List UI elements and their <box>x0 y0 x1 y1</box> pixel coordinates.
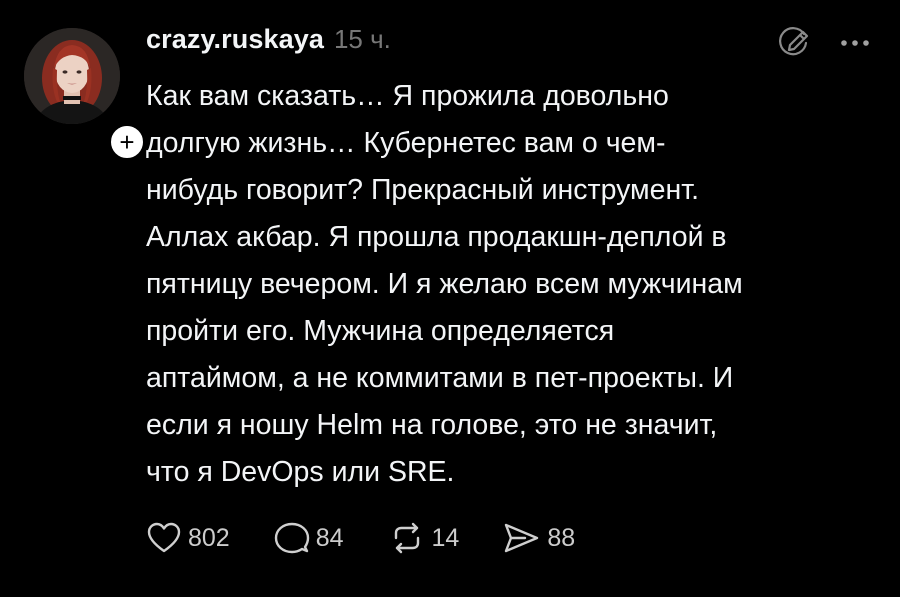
post-text-line: аптаймом, а не коммитами в пет-проекты. … <box>146 362 734 394</box>
avatar[interactable] <box>24 28 120 124</box>
post-header: crazy.ruskaya 15 ч. <box>146 24 391 64</box>
username-link[interactable]: crazy.ruskaya <box>146 24 324 55</box>
avatar-container[interactable]: + <box>24 28 146 161</box>
repost-count: 14 <box>431 523 460 552</box>
post-body-text: Как вам сказать… Я прожила довольно долг… <box>146 73 886 496</box>
plus-icon: + <box>119 127 135 157</box>
post-text-line: что я DevOps или SRE. <box>146 456 455 488</box>
avatar-image <box>24 28 120 124</box>
post-text-line: Аллах акбар. Я прошла продакшн-деплой в <box>146 221 727 253</box>
like-button[interactable]: 802 <box>146 521 230 555</box>
edit-pencil-circle-icon[interactable] <box>774 24 812 62</box>
share-count: 88 <box>547 523 576 552</box>
post-text-line: пройти его. Мужчина определяется <box>146 315 615 347</box>
comment-button[interactable]: 84 <box>274 521 344 555</box>
post-text-line: Как вам сказать… Я прожила довольно <box>146 80 669 112</box>
like-count: 802 <box>188 523 230 552</box>
post-top-actions <box>774 24 870 62</box>
more-dots-icon[interactable] <box>840 38 870 48</box>
post-text-line: пятницу вечером. И я желаю всем мужчинам <box>146 268 743 300</box>
post-timestamp: 15 ч. <box>333 24 391 54</box>
repost-icon <box>394 522 419 554</box>
post-text-line: нибудь говорит? Прекрасный инструмент. <box>146 174 700 206</box>
comment-count: 84 <box>315 523 344 552</box>
post-actions-bar: 802 84 14 88 <box>146 518 619 558</box>
share-send-icon <box>505 523 539 553</box>
post-text-line: долгую жизнь… Кубернетес вам о чем- <box>146 127 666 159</box>
comment-bubble-icon <box>274 522 309 554</box>
thread-post: + crazy.ruskaya 15 ч. Как вам сказать… Я… <box>0 0 900 597</box>
heart-icon <box>147 522 181 553</box>
repost-button[interactable]: 14 <box>388 521 460 555</box>
share-button[interactable]: 88 <box>503 521 575 555</box>
post-text-line: если я ношу Helm на голове, это не значи… <box>146 409 718 441</box>
follow-plus-button[interactable]: + <box>108 123 146 161</box>
